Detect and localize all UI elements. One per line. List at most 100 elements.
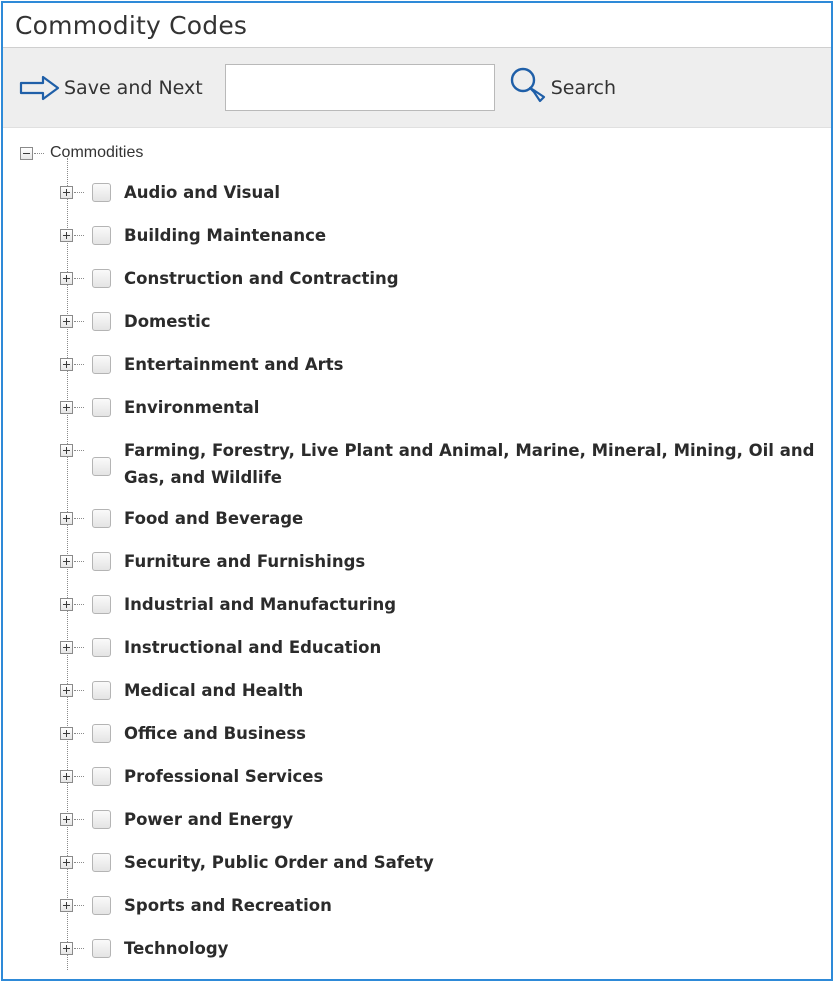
tree-node: Medical and Health bbox=[60, 669, 831, 712]
tree-connector bbox=[74, 733, 84, 734]
tree-connector bbox=[74, 407, 84, 408]
tree-node-toggle-area bbox=[60, 626, 87, 669]
tree-node-toggle-area bbox=[60, 343, 87, 386]
tree-node-label: Medical and Health bbox=[124, 681, 304, 700]
tree-node-checkbox[interactable] bbox=[92, 552, 111, 571]
tree-node-checkbox[interactable] bbox=[92, 398, 111, 417]
tree-node-toggle-area bbox=[60, 755, 87, 798]
expand-icon[interactable] bbox=[60, 942, 73, 955]
tree-node: Technology bbox=[60, 927, 831, 970]
expand-icon[interactable] bbox=[60, 272, 73, 285]
tree-node-checkbox[interactable] bbox=[92, 896, 111, 915]
expand-icon[interactable] bbox=[60, 813, 73, 826]
tree-node-label: Furniture and Furnishings bbox=[124, 552, 366, 571]
tree-node-checkbox[interactable] bbox=[92, 681, 111, 700]
tree-node: Domestic bbox=[60, 300, 831, 343]
panel-title: Commodity Codes bbox=[15, 10, 248, 40]
search-button[interactable]: Search bbox=[509, 66, 616, 109]
expand-icon[interactable] bbox=[60, 186, 73, 199]
tree-node-checkbox[interactable] bbox=[92, 767, 111, 786]
tree-node-checkbox[interactable] bbox=[92, 269, 111, 288]
expand-icon[interactable] bbox=[60, 401, 73, 414]
save-and-next-button[interactable]: Save and Next bbox=[19, 68, 203, 108]
tree-connector bbox=[74, 948, 84, 949]
tree-node-label: Technology bbox=[124, 939, 229, 958]
toolbar: Save and Next Search bbox=[3, 48, 831, 128]
tree-node-label: Professional Services bbox=[124, 767, 324, 786]
tree-connector bbox=[74, 690, 84, 691]
tree-node-toggle-area bbox=[60, 669, 87, 712]
expand-icon[interactable] bbox=[60, 899, 73, 912]
tree-connector bbox=[74, 561, 84, 562]
tree-connector bbox=[74, 819, 84, 820]
tree-node-label: Instructional and Education bbox=[124, 638, 382, 657]
tree-node-toggle-area bbox=[60, 300, 87, 343]
expand-icon[interactable] bbox=[60, 229, 73, 242]
tree-node: Security, Public Order and Safety bbox=[60, 841, 831, 884]
panel-header: Commodity Codes bbox=[3, 3, 831, 48]
tree-connector bbox=[74, 192, 84, 193]
tree-node: Sports and Recreation bbox=[60, 884, 831, 927]
tree-node: Office and Business bbox=[60, 712, 831, 755]
tree-node-checkbox[interactable] bbox=[92, 457, 111, 476]
tree-node: Instructional and Education bbox=[60, 626, 831, 669]
expand-icon[interactable] bbox=[60, 641, 73, 654]
save-and-next-label: Save and Next bbox=[64, 76, 203, 99]
tree-node-toggle-area bbox=[60, 884, 87, 927]
tree-connector bbox=[74, 862, 84, 863]
tree-node-toggle-area bbox=[60, 927, 87, 970]
tree-node-label: Domestic bbox=[124, 312, 211, 331]
tree-node-checkbox[interactable] bbox=[92, 509, 111, 528]
expand-icon[interactable] bbox=[60, 358, 73, 371]
expand-icon[interactable] bbox=[60, 727, 73, 740]
tree-connector bbox=[74, 364, 84, 365]
tree-node-toggle-area bbox=[60, 712, 87, 755]
tree-node-toggle-area bbox=[60, 171, 87, 214]
tree-node-checkbox[interactable] bbox=[92, 595, 111, 614]
expand-icon[interactable] bbox=[60, 684, 73, 697]
expand-icon[interactable] bbox=[60, 598, 73, 611]
tree-node-toggle-area bbox=[60, 429, 87, 472]
tree-node: Construction and Contracting bbox=[60, 257, 831, 300]
expand-icon[interactable] bbox=[60, 770, 73, 783]
tree-connector bbox=[74, 647, 84, 648]
tree-connector bbox=[74, 905, 84, 906]
tree-node: Industrial and Manufacturing bbox=[60, 583, 831, 626]
tree-node-toggle-area bbox=[60, 798, 87, 841]
tree-node-toggle-area bbox=[60, 841, 87, 884]
expand-icon[interactable] bbox=[60, 555, 73, 568]
tree-connector bbox=[74, 776, 84, 777]
commodity-codes-panel: Commodity Codes Save and Next Search Com… bbox=[1, 1, 833, 981]
tree-connector bbox=[74, 518, 84, 519]
tree-node-checkbox[interactable] bbox=[92, 810, 111, 829]
collapse-icon[interactable] bbox=[20, 146, 33, 160]
expand-icon[interactable] bbox=[60, 444, 73, 457]
tree-node-toggle-area bbox=[60, 257, 87, 300]
expand-icon[interactable] bbox=[60, 512, 73, 525]
tree-node-checkbox[interactable] bbox=[92, 853, 111, 872]
tree-node-toggle-area bbox=[60, 583, 87, 626]
tree-node-label: Environmental bbox=[124, 398, 260, 417]
tree-node-label: Office and Business bbox=[124, 724, 306, 743]
tree-children: Audio and Visual Building Maintenance Co… bbox=[60, 158, 831, 970]
tree-node: Power and Energy bbox=[60, 798, 831, 841]
tree-node-label: Building Maintenance bbox=[124, 226, 327, 245]
arrow-right-icon bbox=[19, 74, 61, 102]
expand-icon[interactable] bbox=[60, 315, 73, 328]
tree-node: Farming, Forestry, Live Plant and Animal… bbox=[60, 429, 831, 497]
tree-node: Professional Services bbox=[60, 755, 831, 798]
search-input[interactable] bbox=[224, 64, 495, 111]
tree-node-checkbox[interactable] bbox=[92, 355, 111, 374]
tree-node-checkbox[interactable] bbox=[92, 939, 111, 958]
tree-node-toggle-area bbox=[60, 540, 87, 583]
tree-node-checkbox[interactable] bbox=[92, 638, 111, 657]
tree-node-checkbox[interactable] bbox=[92, 724, 111, 743]
tree-node-label: Farming, Forestry, Live Plant and Animal… bbox=[124, 441, 815, 487]
tree-node-label: Security, Public Order and Safety bbox=[124, 853, 434, 872]
tree-node-checkbox[interactable] bbox=[92, 226, 111, 245]
tree-node: Building Maintenance bbox=[60, 214, 831, 257]
expand-icon[interactable] bbox=[60, 856, 73, 869]
search-icon bbox=[509, 66, 547, 109]
tree-node-checkbox[interactable] bbox=[92, 183, 111, 202]
tree-node-checkbox[interactable] bbox=[92, 312, 111, 331]
